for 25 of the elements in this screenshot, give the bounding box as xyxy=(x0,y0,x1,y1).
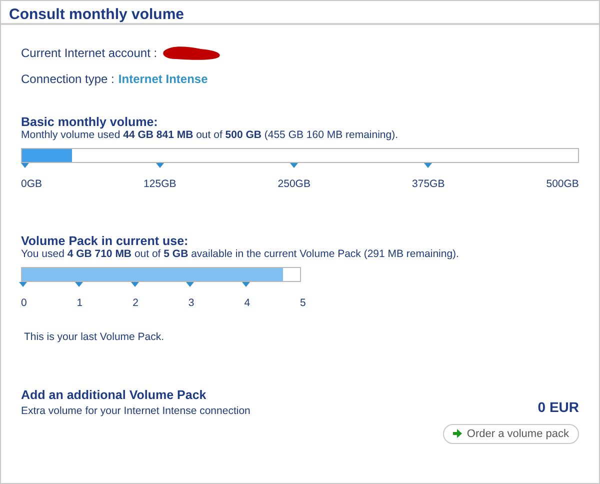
scale-label: 2 xyxy=(132,296,138,311)
price-label: 0 EUR xyxy=(538,398,579,416)
scale-label: 0GB xyxy=(21,177,42,192)
scale-label: 5 xyxy=(300,296,306,311)
scale-label: 125GB xyxy=(144,177,176,192)
pack-note: This is your last Volume Pack. xyxy=(24,330,166,344)
section-heading: Volume Pack in current use: xyxy=(21,234,190,248)
panel-title: Consult monthly volume xyxy=(1,0,599,25)
scale-label: 3 xyxy=(188,296,194,311)
scale-label: 375GB xyxy=(412,177,445,192)
scale-label: 250GB xyxy=(278,177,310,192)
connection-label: Connection type : xyxy=(21,71,114,88)
section-heading: Add an additional Volume Pack xyxy=(21,388,208,402)
pack-description: Extra volume for your Internet Intense connection xyxy=(21,404,250,418)
connection-type-value: Internet Intense xyxy=(118,71,208,88)
usage-summary: Monthly volume used 44 GB 841 MB out of 500 GB (455 GB 160 MB remaining). xyxy=(21,129,400,142)
order-button[interactable]: Order a volume pack xyxy=(442,424,579,444)
scale-label: 0 xyxy=(21,296,27,311)
section-heading: Basic monthly volume: xyxy=(21,115,159,129)
scale-label: 500GB xyxy=(546,177,579,192)
account-label: Current Internet account : xyxy=(21,45,158,62)
scale-label: 4 xyxy=(244,296,250,311)
scale-label: 1 xyxy=(76,296,83,311)
arrow-icon xyxy=(452,429,462,438)
usage-summary: You used 4 GB 710 MB out of 5 GB available in the current Volume Pack (291 MB remaining). xyxy=(21,248,460,261)
